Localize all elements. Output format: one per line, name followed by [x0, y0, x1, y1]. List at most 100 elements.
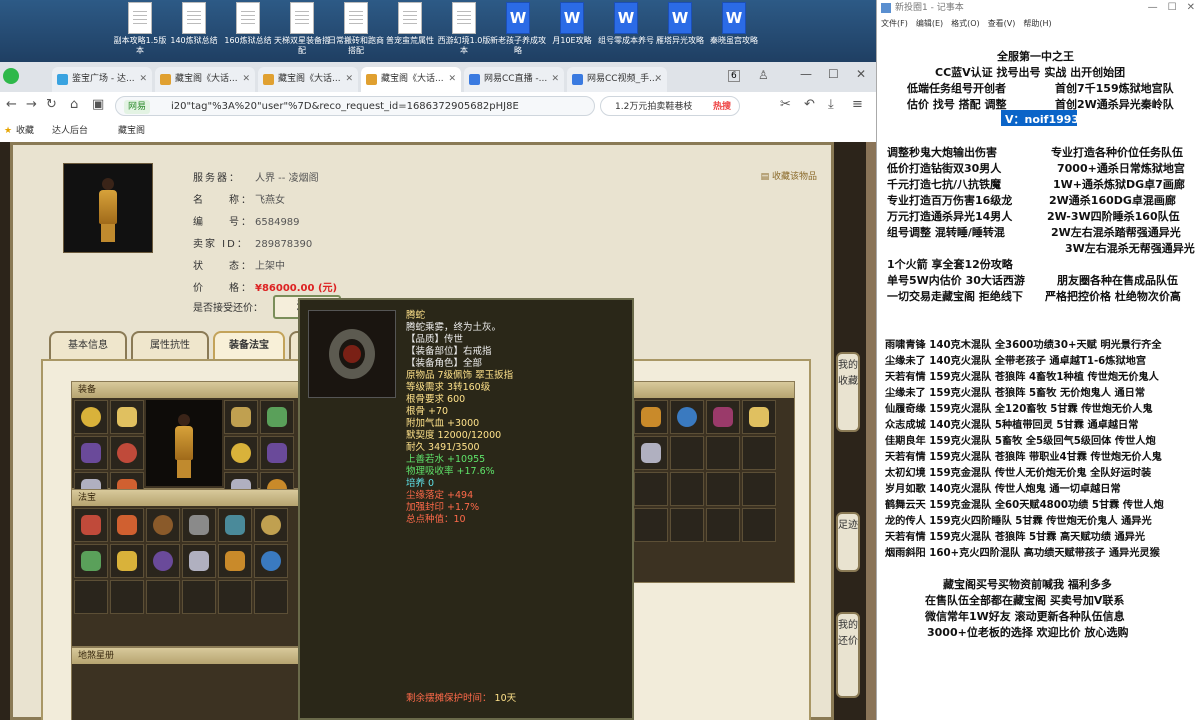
desktop-icon[interactable]: W 月10E攻略	[544, 2, 600, 46]
tab-close-icon[interactable]: ✕	[242, 67, 250, 92]
close-window-icon[interactable]: ✕	[856, 67, 866, 81]
notepad-menu-item[interactable]: 编辑(E)	[916, 19, 943, 28]
inventory-slot[interactable]	[634, 472, 668, 506]
tab-close-icon[interactable]: ✕	[345, 67, 353, 92]
fabao-slot[interactable]	[74, 508, 108, 542]
browser-tab[interactable]: 网易CC直播 -... ✕	[464, 67, 564, 92]
desktop-icon[interactable]: 西游幻境1.0版本	[436, 2, 492, 56]
tab-count[interactable]: 6	[728, 70, 740, 82]
side-button-3[interactable]: 我的还价	[836, 612, 860, 698]
inventory-slot[interactable]	[742, 472, 776, 506]
wallet-icon[interactable]: ▣	[92, 97, 104, 112]
menu-icon[interactable]: ≡	[852, 97, 863, 112]
equip-slot[interactable]	[110, 436, 144, 470]
inventory-slot[interactable]	[634, 436, 668, 470]
inventory-slot[interactable]	[634, 400, 668, 434]
fabao-slot[interactable]	[146, 508, 180, 542]
browser-tab[interactable]: 藏宝阁《大话... ✕	[361, 67, 461, 92]
inventory-slot[interactable]	[742, 400, 776, 434]
inventory-slot[interactable]	[706, 472, 740, 506]
equip-slot[interactable]	[110, 400, 144, 434]
desktop-icon[interactable]: W 新老孩子养成攻略	[490, 2, 546, 56]
tab-close-icon[interactable]: ✕	[448, 67, 456, 92]
inventory-slot[interactable]	[670, 472, 704, 506]
equip-slot[interactable]	[224, 436, 258, 470]
inventory-slot[interactable]	[634, 508, 668, 542]
fabao-slot[interactable]	[110, 544, 144, 578]
browser-tab[interactable]: 藏宝阁《大话... ✕	[155, 67, 255, 92]
inventory-slot[interactable]	[706, 508, 740, 542]
bookmark-favorites[interactable]: 收藏	[16, 120, 34, 142]
fabao-slot[interactable]	[146, 544, 180, 578]
desktop-icon[interactable]: 160炼狱总结	[220, 2, 276, 46]
desktop-icon[interactable]: W 秦晓虽宫攻略	[706, 2, 762, 46]
search-box[interactable]: 1.2万元拍卖鞋巷枝 热搜	[600, 96, 740, 116]
desktop-icon[interactable]: 日常搬砖和跑商搭配	[328, 2, 384, 56]
cut-icon[interactable]: ✂	[780, 97, 791, 112]
side-button-2[interactable]: 足迹	[836, 512, 860, 572]
fabao-slot-empty[interactable]	[146, 580, 180, 614]
inventory-slot[interactable]	[706, 436, 740, 470]
desktop-icon[interactable]: 天梯双星装备搭配	[274, 2, 330, 56]
refresh-icon[interactable]: ↻	[46, 97, 57, 112]
fabao-slot[interactable]	[218, 508, 252, 542]
shirt-icon[interactable]: ♙	[758, 68, 769, 82]
tab-1[interactable]: 基本信息	[49, 331, 127, 359]
side-button-1[interactable]: 我的收藏	[836, 352, 860, 432]
bookmark-daren[interactable]: 达人后台	[52, 120, 88, 142]
page-scrollbar[interactable]	[866, 142, 876, 720]
fabao-slot-empty[interactable]	[74, 580, 108, 614]
equip-slot[interactable]	[260, 436, 294, 470]
favorite-link[interactable]: ▤ 收藏该物品	[761, 169, 817, 182]
desktop-icon[interactable]: 副本攻略1.5版本	[112, 2, 168, 56]
inventory-slot[interactable]	[742, 436, 776, 470]
inventory-slot[interactable]	[706, 400, 740, 434]
equip-slot[interactable]	[74, 400, 108, 434]
browser-tab[interactable]: 藏宝阁《大话... ✕	[258, 67, 358, 92]
fabao-slot[interactable]	[182, 544, 216, 578]
home-icon[interactable]: ⌂	[70, 97, 78, 112]
tab-close-icon[interactable]: ✕	[654, 67, 662, 92]
browser-tab[interactable]: 网易CC视频_手... ✕	[567, 67, 667, 92]
equip-slot[interactable]	[224, 400, 258, 434]
bookmark-cbg[interactable]: 藏宝阁	[118, 120, 145, 142]
minimize-icon[interactable]: —	[800, 67, 812, 81]
notepad-menu-item[interactable]: 查看(V)	[988, 19, 1016, 28]
notepad-menu-item[interactable]: 帮助(H)	[1023, 19, 1051, 28]
desktop-icon[interactable]: 普宠蛮荒属性	[382, 2, 438, 46]
notepad-menu-item[interactable]: 格式(O)	[951, 19, 980, 28]
inventory-slot[interactable]	[670, 436, 704, 470]
fabao-slot[interactable]	[218, 544, 252, 578]
tab-close-icon[interactable]: ✕	[551, 67, 559, 92]
fabao-slot-empty[interactable]	[110, 580, 144, 614]
download-icon[interactable]: ⤓	[828, 97, 834, 112]
fabao-slot[interactable]	[254, 544, 288, 578]
fabao-slot[interactable]	[182, 508, 216, 542]
notepad-window-buttons[interactable]: — ☐ ✕	[1148, 0, 1195, 16]
fabao-slot[interactable]	[254, 508, 288, 542]
fabao-slot-empty[interactable]	[182, 580, 216, 614]
browser-logo-icon[interactable]	[3, 68, 19, 84]
inventory-slot[interactable]	[670, 508, 704, 542]
fabao-slot[interactable]	[74, 544, 108, 578]
browser-tab[interactable]: 鉴宝广场 - 达... ✕	[52, 67, 152, 92]
notepad-menu-item[interactable]: 文件(F)	[881, 19, 908, 28]
inventory-slot[interactable]	[742, 508, 776, 542]
maximize-icon[interactable]: ☐	[828, 67, 839, 81]
fabao-slot[interactable]	[110, 508, 144, 542]
undo-icon[interactable]: ↶	[804, 97, 815, 112]
back-icon[interactable]: ←	[6, 97, 17, 112]
equip-slot[interactable]	[260, 400, 294, 434]
desktop-icon[interactable]: 140炼狱总结	[166, 2, 222, 46]
fabao-slot-empty[interactable]	[218, 580, 252, 614]
tab-close-icon[interactable]: ✕	[139, 67, 147, 92]
fabao-slot-empty[interactable]	[254, 580, 288, 614]
equip-slot[interactable]	[74, 436, 108, 470]
tab-2[interactable]: 属性抗性	[131, 331, 209, 359]
desktop-icon[interactable]: W 组号零成本养号	[598, 2, 654, 46]
desktop-icon[interactable]: W 雁塔异光攻略	[652, 2, 708, 46]
tab-3[interactable]: 装备法宝	[213, 331, 285, 359]
inventory-slot[interactable]	[670, 400, 704, 434]
address-bar[interactable]: 网易 i20"tag"%3A%20"user"%7D&reco_request_…	[115, 96, 595, 116]
forward-icon[interactable]: →	[26, 97, 37, 112]
